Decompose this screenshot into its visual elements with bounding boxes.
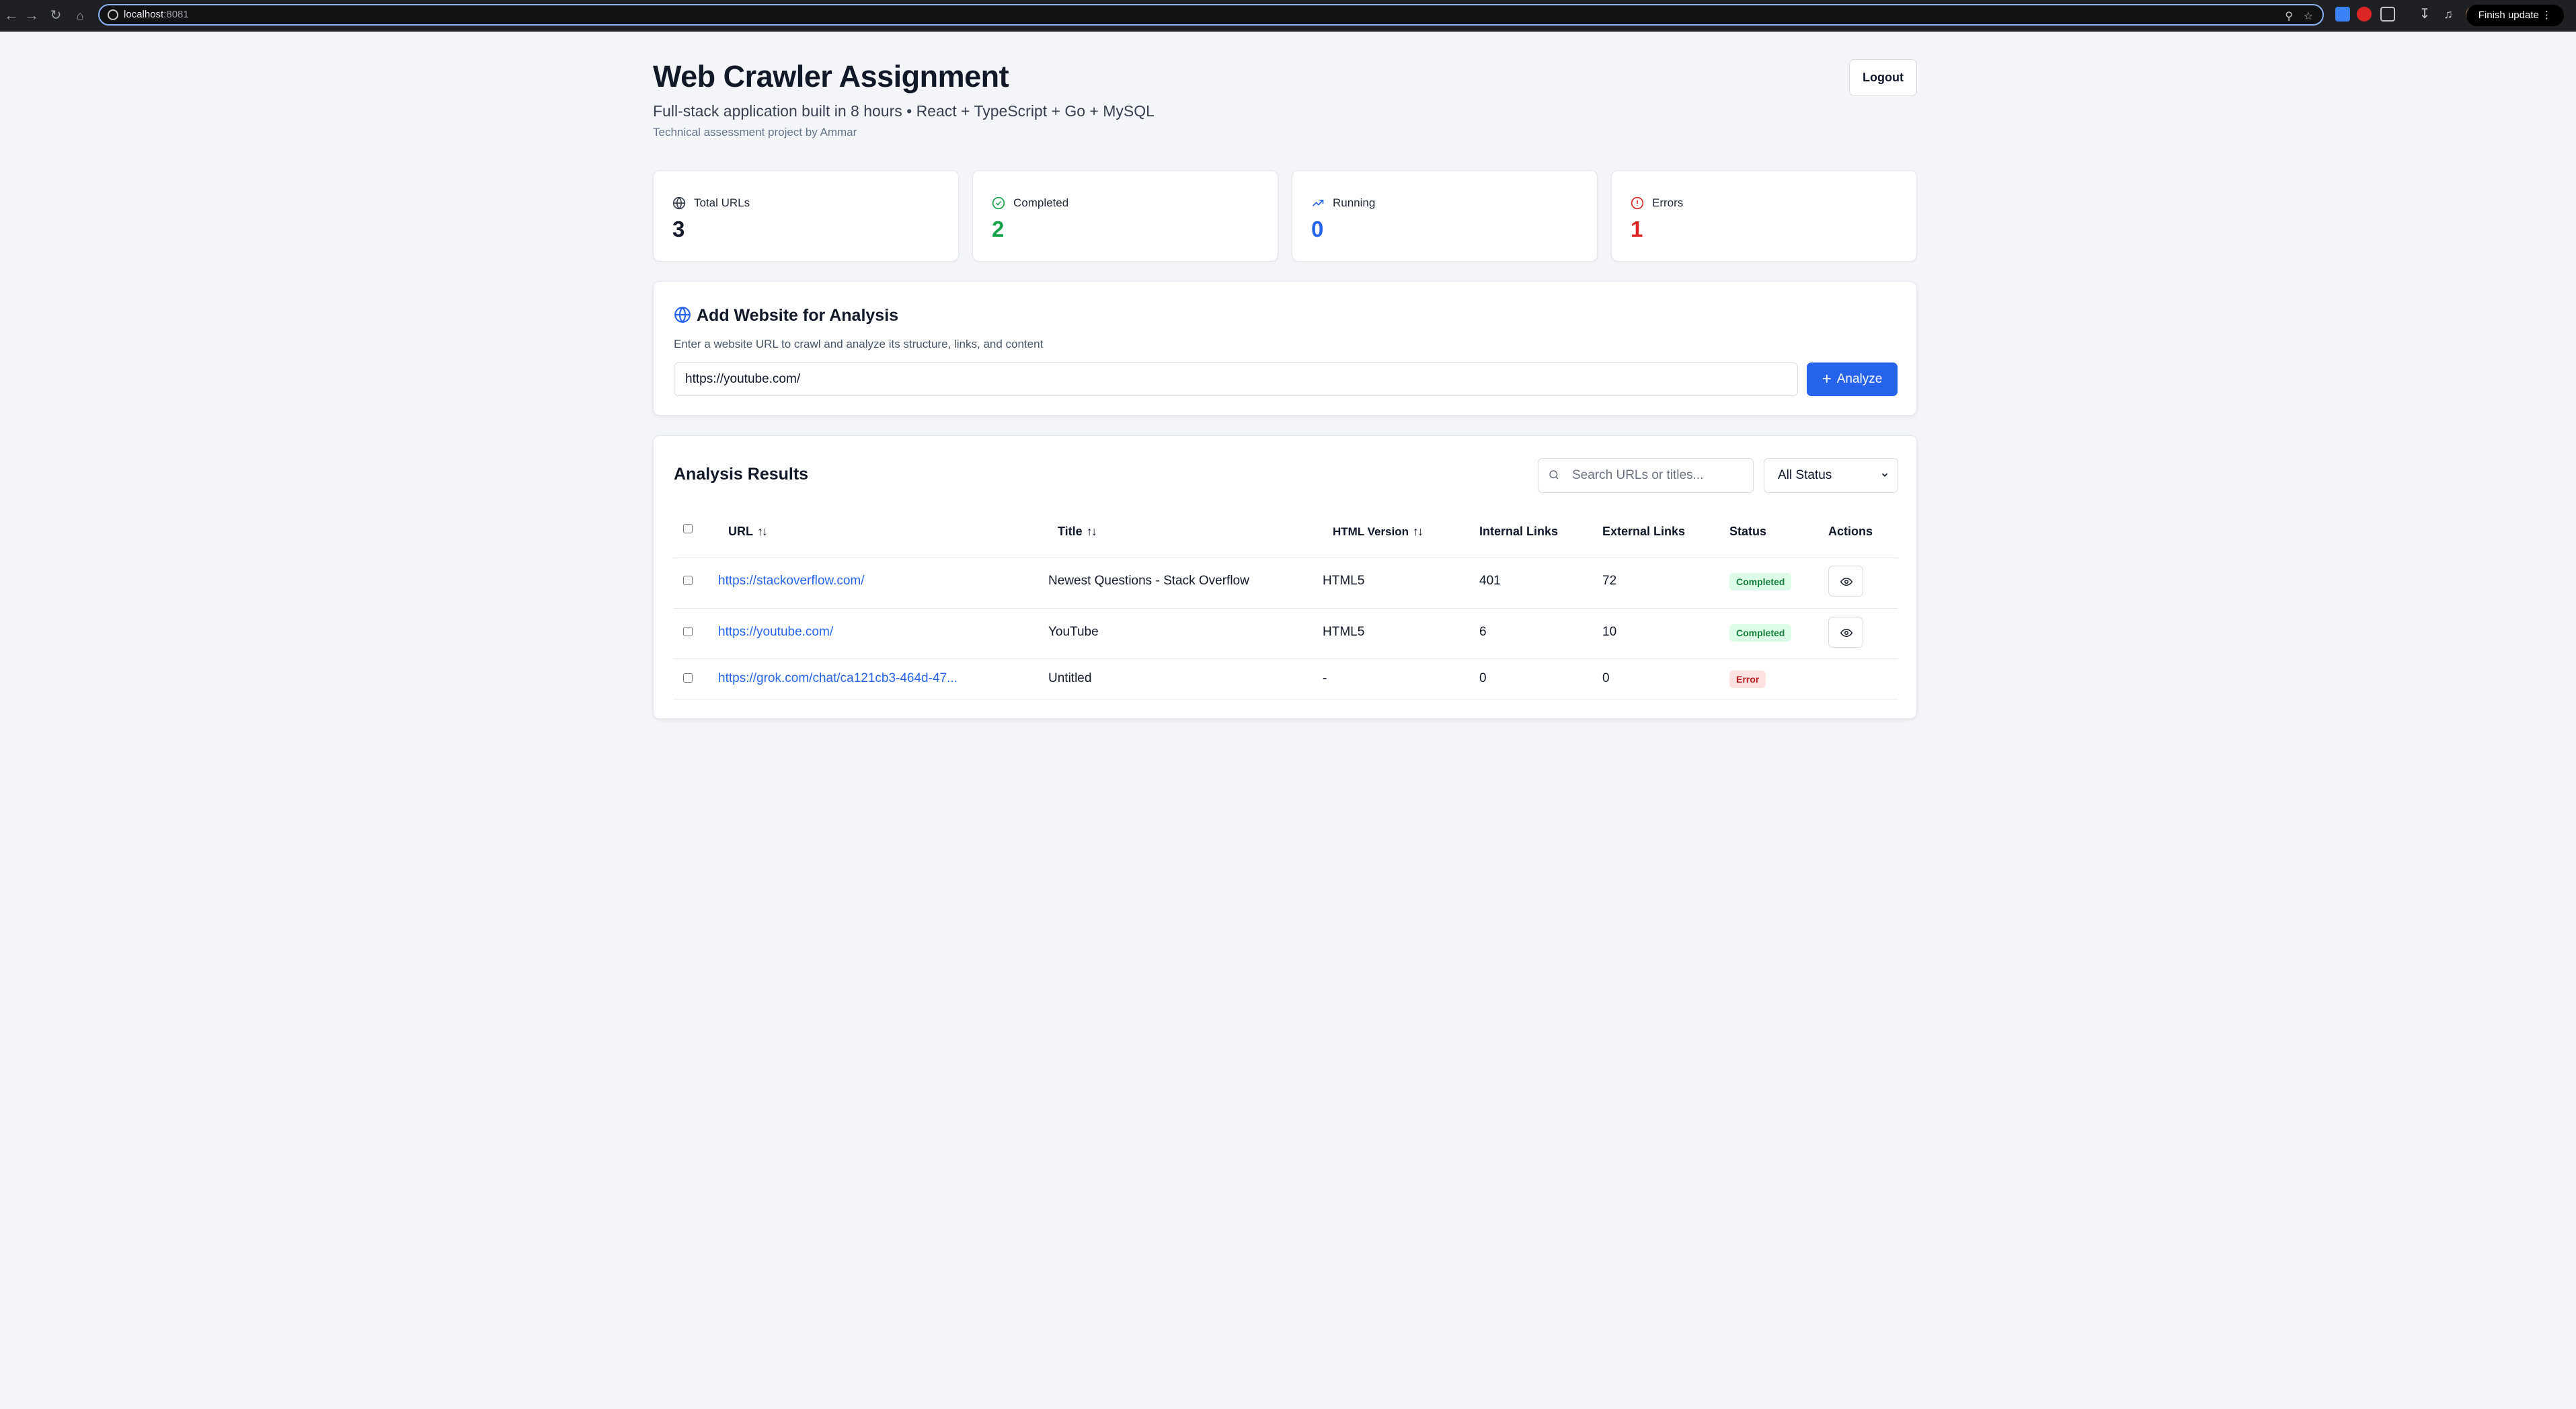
eye-icon	[1840, 628, 1853, 638]
row-checkbox[interactable]	[683, 627, 693, 636]
column-header-title[interactable]: Title ↑↓	[1058, 525, 1097, 539]
row-url-link[interactable]: https://youtube.com/	[718, 625, 833, 640]
row-external-links: 0	[1602, 671, 1610, 685]
row-external-links: 72	[1602, 574, 1617, 588]
add-website-panel: Add Website for Analysis Enter a website…	[653, 281, 1917, 416]
chevron-down-icon	[1881, 473, 1888, 477]
alert-circle-icon	[1631, 196, 1644, 210]
select-all-checkbox[interactable]	[683, 524, 693, 533]
column-header-html-version[interactable]: HTML Version ↑↓	[1333, 525, 1423, 539]
stat-value: 1	[1631, 217, 1643, 241]
site-info-icon[interactable]	[108, 9, 118, 20]
address-bar[interactable]: localhost:8081 ⚲ ☆	[98, 4, 2324, 26]
row-title: Untitled	[1048, 671, 1092, 685]
row-internal-links: 6	[1479, 625, 1487, 639]
extension-icon[interactable]	[2357, 7, 2372, 22]
analyze-button[interactable]: + Analyze	[1807, 363, 1898, 396]
row-checkbox[interactable]	[683, 673, 693, 683]
stat-value: 3	[672, 217, 685, 241]
extension-icon[interactable]	[2335, 7, 2350, 22]
row-external-links: 10	[1602, 625, 1617, 639]
column-header-url[interactable]: URL ↑↓	[728, 525, 768, 539]
back-icon[interactable]: ←	[3, 7, 20, 24]
stat-label: Running	[1333, 196, 1376, 209]
sort-icon: ↑↓	[1413, 525, 1423, 538]
stat-card-total-urls: Total URLs 3	[653, 170, 959, 262]
view-details-button[interactable]	[1828, 617, 1863, 648]
extensions-puzzle-icon[interactable]	[2380, 7, 2395, 22]
url-input[interactable]: https://youtube.com/	[674, 363, 1798, 396]
status-filter-value: All Status	[1778, 468, 1832, 482]
stat-card-completed: Completed 2	[972, 170, 1278, 262]
row-title: YouTube	[1048, 625, 1099, 639]
media-icon[interactable]: ♫	[2441, 7, 2456, 22]
stat-value: 0	[1311, 217, 1324, 241]
divider	[674, 658, 1898, 659]
divider	[674, 608, 1898, 609]
column-header-internal-links: Internal Links	[1479, 525, 1559, 538]
row-html-version: HTML5	[1323, 574, 1365, 588]
zoom-icon[interactable]: ⚲	[2285, 9, 2293, 23]
status-filter-select[interactable]: All Status	[1764, 458, 1898, 493]
browser-toolbar: ← → ↻ ⌂ localhost:8081 ⚲ ☆ ↧ ♫ Finish up…	[0, 0, 2576, 32]
trending-up-icon	[1312, 200, 1324, 206]
add-website-description: Enter a website URL to crawl and analyze…	[674, 338, 1044, 350]
row-checkbox[interactable]	[683, 576, 693, 585]
home-icon[interactable]: ⌂	[71, 7, 89, 24]
download-icon[interactable]: ↧	[2417, 7, 2432, 22]
sort-icon: ↑↓	[1086, 525, 1097, 538]
page-byline: Technical assessment project by Ammar	[653, 126, 857, 139]
results-title: Analysis Results	[674, 465, 809, 484]
stat-label: Errors	[1652, 196, 1684, 209]
globe-icon	[674, 307, 691, 323]
row-internal-links: 0	[1479, 671, 1487, 685]
forward-icon[interactable]: →	[23, 7, 40, 24]
stat-label: Total URLs	[694, 196, 750, 209]
row-title: Newest Questions - Stack Overflow	[1048, 574, 1249, 588]
view-details-button[interactable]	[1828, 566, 1863, 597]
search-input[interactable]: Search URLs or titles...	[1538, 458, 1754, 493]
globe-icon	[672, 196, 686, 210]
search-placeholder: Search URLs or titles...	[1572, 468, 1704, 482]
add-website-title: Add Website for Analysis	[697, 306, 899, 325]
row-html-version: -	[1323, 671, 1327, 685]
column-header-status: Status	[1729, 525, 1767, 538]
status-badge: Completed	[1729, 573, 1792, 591]
address-text: localhost:8081	[124, 9, 189, 20]
stat-label: Completed	[1013, 196, 1069, 209]
reload-icon[interactable]: ↻	[47, 7, 65, 24]
eye-icon	[1840, 577, 1853, 586]
column-header-actions: Actions	[1828, 525, 1873, 538]
sort-icon: ↑↓	[757, 525, 768, 538]
page-title: Web Crawler Assignment	[653, 59, 1009, 93]
row-html-version: HTML5	[1323, 625, 1365, 639]
bookmark-star-icon[interactable]: ☆	[2304, 9, 2313, 23]
status-badge: Error	[1729, 671, 1766, 688]
stat-value: 2	[992, 217, 1005, 241]
row-url-link[interactable]: https://stackoverflow.com/	[718, 574, 865, 588]
search-icon	[1549, 470, 1559, 480]
column-header-external-links: External Links	[1602, 525, 1686, 538]
row-url-link[interactable]: https://grok.com/chat/ca121cb3-464d-47..…	[718, 671, 958, 686]
status-badge: Completed	[1729, 624, 1792, 642]
analysis-results-panel: Analysis Results Search URLs or titles..…	[653, 435, 1917, 719]
page-subtitle: Full-stack application built in 8 hours …	[653, 102, 1155, 120]
stat-card-running: Running 0	[1292, 170, 1598, 262]
row-internal-links: 401	[1479, 574, 1501, 588]
finish-update-button[interactable]: Finish update ⋮	[2466, 5, 2564, 26]
stat-card-errors: Errors 1	[1611, 170, 1917, 262]
plus-icon: +	[1822, 370, 1832, 388]
check-circle-icon	[992, 196, 1005, 210]
logout-button[interactable]: Logout	[1849, 59, 1917, 96]
